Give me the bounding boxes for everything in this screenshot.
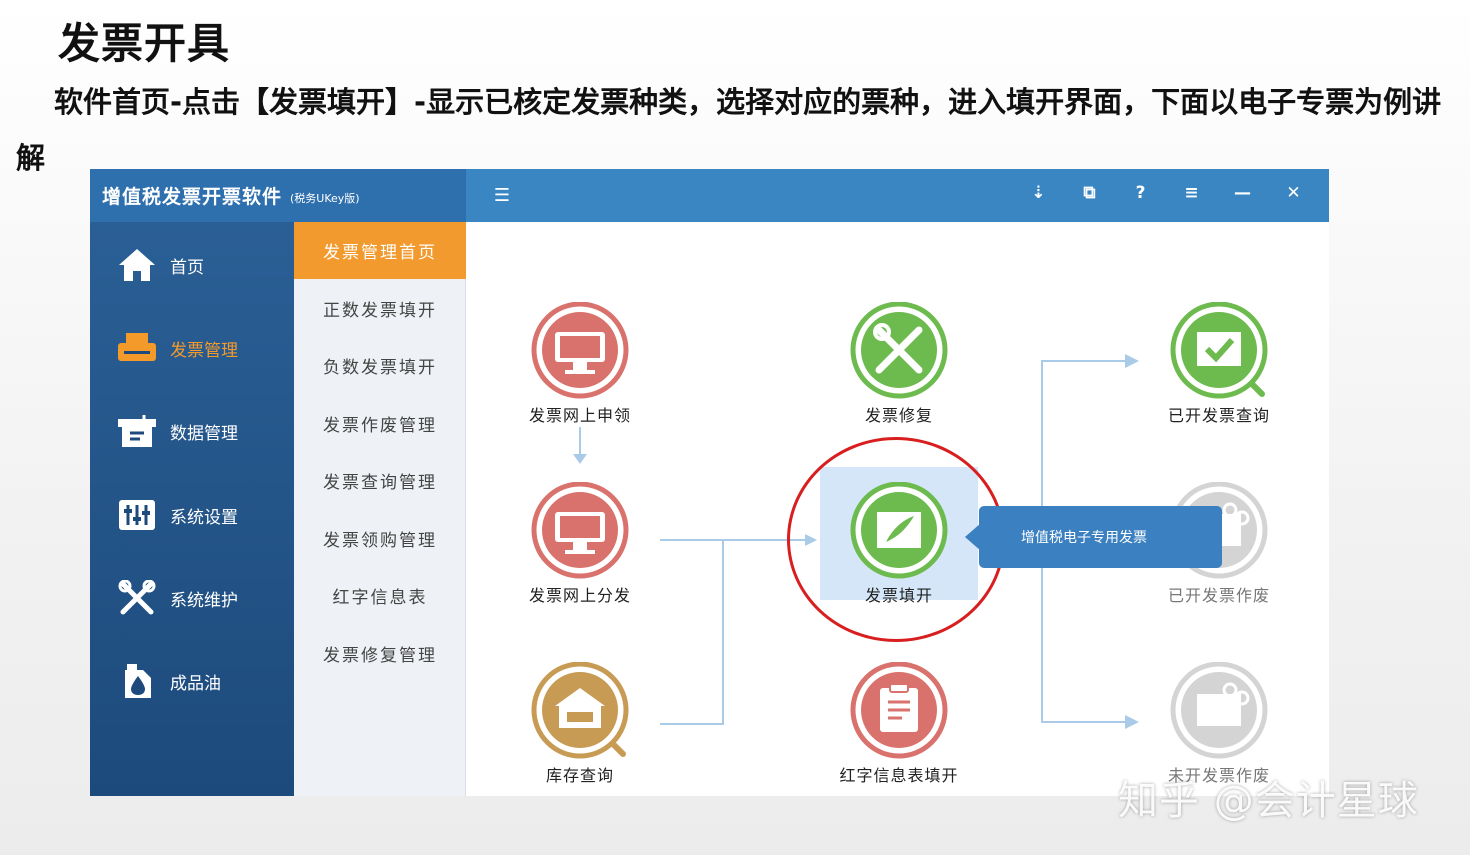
flow-panel: 发票网上申领 发票修复 已开发票查询 发票网上分发 发票填开 已开发票作废 库存…: [467, 222, 1329, 796]
sidebar-item-system-maintenance[interactable]: 系统维护: [116, 576, 238, 620]
submenu-item-void-management[interactable]: 发票作废管理: [294, 395, 466, 452]
close-button[interactable]: ✕: [1268, 175, 1319, 211]
app-edition: (税务UKey版): [290, 191, 360, 205]
monitor-icon: [525, 302, 635, 402]
sidebar-item-data-management[interactable]: 数据管理: [116, 409, 238, 453]
submenu-item-purchase-management[interactable]: 发票领购管理: [294, 510, 466, 567]
sidebar-item-label: 系统维护: [170, 590, 238, 611]
flow-node-label: 已开发票作废: [1167, 586, 1270, 605]
sidebar-item-system-settings[interactable]: 系统设置: [116, 493, 238, 537]
submenu-item-query-management[interactable]: 发票查询管理: [294, 452, 466, 509]
flow-node-online-apply[interactable]: 发票网上申领: [495, 302, 665, 426]
sidebar-item-refined-oil[interactable]: 成品油: [116, 659, 221, 703]
flow-node-online-distribute[interactable]: 发票网上分发: [495, 482, 665, 606]
menu-toggle-icon[interactable]: ☰: [490, 183, 514, 207]
app-title-area: 增值税发票开票软件 (税务UKey版): [90, 169, 466, 222]
flow-node-label: 库存查询: [545, 766, 614, 785]
home-icon: [116, 245, 158, 285]
sidebar-item-home[interactable]: 首页: [116, 243, 204, 287]
submenu-item-positive-invoice[interactable]: 正数发票填开: [294, 280, 466, 337]
sidebar: 首页 发票管理 数据管理 系统设置 系统维护 成品油: [90, 222, 294, 796]
oil-icon: [116, 661, 158, 701]
submenu-item-red-info[interactable]: 红字信息表: [294, 567, 466, 624]
invoice-app-window: 增值税发票开票软件 (税务UKey版) ☰ ⇣ ⧉ ? ≡ — ✕ 首页 发票管…: [90, 169, 1329, 796]
flow-node-label: 发票网上申领: [528, 406, 631, 425]
sidebar-item-label: 数据管理: [170, 423, 238, 444]
submenu-item-invoice-home[interactable]: 发票管理首页: [294, 222, 466, 279]
monitor-icon: [525, 482, 635, 582]
watermark: 知乎 @会计星球: [1118, 778, 1419, 824]
help-button[interactable]: ?: [1115, 175, 1166, 211]
window-controls: ⇣ ⧉ ? ≡ — ✕: [1013, 175, 1319, 211]
clipboard-pen-icon: [844, 662, 954, 762]
sidebar-item-label: 系统设置: [170, 507, 238, 528]
database-icon: [116, 411, 158, 451]
repair-tools-icon: [844, 302, 954, 402]
menu-button[interactable]: ≡: [1166, 175, 1217, 211]
restore-window-button[interactable]: ⧉: [1064, 175, 1115, 211]
sidebar-item-label: 首页: [170, 257, 204, 278]
flow-node-red-info-fill[interactable]: 红字信息表填开: [814, 662, 984, 786]
flow-node-issued-query[interactable]: 已开发票查询: [1134, 302, 1304, 426]
flow-node-stock-query[interactable]: 库存查询: [495, 662, 665, 786]
slide-title: 发票开具: [58, 19, 231, 68]
search-check-icon: [1164, 302, 1274, 402]
scissors-icon: [1164, 662, 1274, 762]
flow-node-label: 发票网上分发: [528, 586, 631, 605]
sliders-icon: [116, 495, 158, 535]
flow-node-repair[interactable]: 发票修复: [814, 302, 984, 426]
sidebar-item-label: 成品油: [170, 673, 221, 694]
sidebar-item-invoice-management[interactable]: 发票管理: [116, 326, 238, 370]
flow-node-label: 已开发票查询: [1167, 406, 1270, 425]
printer-icon: [116, 328, 158, 368]
warehouse-search-icon: [525, 662, 635, 762]
tools-icon: [116, 578, 158, 618]
flow-node-label: 红字信息表填开: [839, 766, 959, 785]
invoice-type-popup[interactable]: 增值税电子专用发票: [965, 506, 1222, 568]
sidebar-item-label: 发票管理: [170, 340, 238, 361]
app-name: 增值税发票开票软件: [102, 186, 283, 208]
submenu-item-negative-invoice[interactable]: 负数发票填开: [294, 337, 466, 394]
title-bar: 增值税发票开票软件 (税务UKey版) ☰ ⇣ ⧉ ? ≡ — ✕: [90, 169, 1329, 222]
minimize-button[interactable]: —: [1217, 175, 1268, 211]
flow-node-label: 发票修复: [864, 406, 933, 425]
download-button[interactable]: ⇣: [1013, 175, 1064, 211]
submenu-item-repair-management[interactable]: 发票修复管理: [294, 625, 466, 682]
submenu: 发票管理首页 正数发票填开 负数发票填开 发票作废管理 发票查询管理 发票领购管…: [294, 222, 466, 796]
